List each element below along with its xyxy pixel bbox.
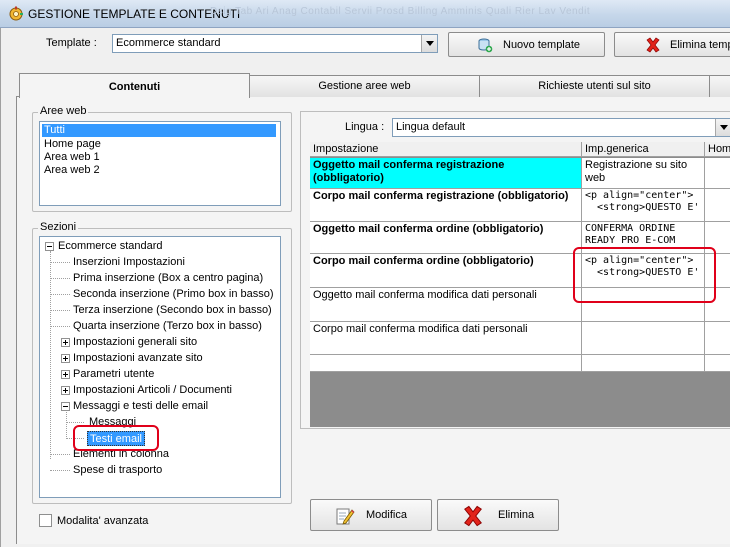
list-item[interactable]: Home page	[42, 138, 101, 151]
collapse-icon[interactable]	[61, 402, 70, 411]
setting-cell[interactable]: Corpo mail conferma registrazione (obbli…	[310, 189, 582, 222]
tree-root[interactable]: Ecommerce standard	[58, 239, 163, 254]
tree-connector	[50, 454, 70, 455]
value-cell[interactable]	[582, 322, 705, 355]
tab-richieste-utenti[interactable]: Richieste utenti sul sito	[479, 75, 710, 97]
modifica-button[interactable]: Modifica	[310, 499, 432, 531]
tree-connector	[50, 310, 70, 311]
expand-icon[interactable]	[61, 338, 70, 347]
advanced-mode-label: Modalita' avanzata	[57, 515, 149, 527]
value-cell[interactable]: Registrazione su sito web	[582, 158, 705, 189]
lingua-select[interactable]: Lingua default	[392, 118, 730, 137]
aree-web-list[interactable]: Tutti Home page Area web 1 Area web 2	[39, 121, 281, 206]
aree-web-title: Aree web	[38, 105, 89, 117]
tree-connector	[50, 262, 70, 263]
tree-item[interactable]: Spese di trasporto	[73, 463, 162, 478]
expand-icon[interactable]	[61, 386, 70, 395]
lingua-label: Lingua :	[345, 121, 385, 133]
delete-template-label: Elimina templ	[670, 38, 730, 51]
sezioni-tree[interactable]: Ecommerce standard Inserzioni Impostazio…	[39, 236, 281, 498]
template-select-value: Ecommerce standard	[116, 37, 221, 49]
tree-item[interactable]: Seconda inserzione (Primo box in basso)	[73, 287, 274, 302]
template-select[interactable]: Ecommerce standard	[112, 34, 438, 53]
column-header[interactable]: Impostazione	[310, 142, 582, 157]
tree-item[interactable]: Parametri utente	[73, 367, 154, 382]
advanced-mode-checkbox[interactable]	[39, 514, 52, 527]
setting-cell[interactable]: Corpo mail conferma modifica dati person…	[310, 322, 582, 355]
app-gear-icon	[9, 6, 23, 21]
column-header[interactable]: Imp.generica	[582, 142, 705, 157]
expand-icon[interactable]	[61, 370, 70, 379]
value-cell[interactable]: <p align="center"> <strong>QUESTO E'	[582, 189, 705, 222]
tree-item[interactable]: Messaggi e testi delle email	[73, 399, 208, 414]
new-template-label: Nuovo template	[503, 38, 581, 51]
modifica-label: Modifica	[366, 509, 407, 521]
collapse-icon[interactable]	[45, 242, 54, 251]
annotation-highlight	[573, 247, 716, 303]
list-item[interactable]: Tutti	[42, 124, 276, 137]
tab-gestione-aree-web[interactable]: Gestione aree web	[249, 75, 480, 97]
title-bar: GESTIONE TEMPLATE E CONTENUTI Dsig Tab A…	[0, 0, 730, 28]
table-row[interactable]: Corpo mail conferma registrazione (obbli…	[310, 189, 730, 222]
tree-connector	[50, 470, 70, 471]
expand-icon[interactable]	[61, 354, 70, 363]
value-cell[interactable]	[705, 355, 730, 372]
tree-connector	[50, 326, 70, 327]
tree-item[interactable]: Impostazioni generali sito	[73, 335, 197, 350]
chevron-down-icon[interactable]	[421, 35, 437, 52]
tab-more[interactable]	[709, 75, 730, 97]
lingua-select-value: Lingua default	[396, 121, 466, 133]
tree-connector	[50, 251, 51, 459]
tree-item[interactable]: Prima inserzione (Box a centro pagina)	[73, 271, 263, 286]
setting-cell[interactable]: Oggetto mail conferma modifica dati pers…	[310, 288, 582, 322]
delete-x-icon	[646, 37, 660, 53]
tree-item[interactable]: Impostazioni avanzate sito	[73, 351, 203, 366]
edit-pencil-icon	[336, 508, 355, 525]
tree-connector	[50, 294, 70, 295]
background-menu-ghost: Dsig Tab Ari Anag Contabil Servii Prosd …	[210, 6, 591, 17]
delete-x-icon	[464, 505, 482, 527]
tree-item[interactable]: Terza inserzione (Secondo box in basso)	[73, 303, 272, 318]
list-item[interactable]: Area web 1	[42, 151, 100, 164]
chevron-down-icon[interactable]	[715, 119, 730, 136]
delete-template-button[interactable]: Elimina templ	[614, 32, 730, 57]
value-cell[interactable]	[705, 158, 730, 189]
tree-connector	[66, 422, 84, 423]
value-cell[interactable]	[705, 322, 730, 355]
sezioni-title: Sezioni	[38, 221, 79, 233]
value-cell[interactable]	[705, 189, 730, 222]
annotation-highlight	[73, 425, 159, 451]
list-item[interactable]: Area web 2	[42, 164, 100, 177]
table-row[interactable]	[310, 355, 730, 372]
table-row[interactable]: Oggetto mail conferma registrazione (obb…	[310, 158, 730, 189]
tab-contenuti[interactable]: Contenuti	[19, 73, 250, 98]
setting-cell[interactable]	[310, 355, 582, 372]
elimina-button[interactable]: Elimina	[437, 499, 559, 531]
elimina-label: Elimina	[498, 509, 535, 521]
setting-cell[interactable]: Corpo mail conferma ordine (obbligatorio…	[310, 254, 582, 288]
setting-cell[interactable]: Oggetto mail conferma ordine (obbligator…	[310, 222, 582, 254]
value-cell[interactable]	[582, 355, 705, 372]
window-title: GESTIONE TEMPLATE E CONTENUTI	[28, 7, 241, 21]
database-add-icon	[478, 38, 493, 53]
tree-connector	[50, 278, 70, 279]
table-row[interactable]: Corpo mail conferma modifica dati person…	[310, 322, 730, 355]
new-template-button[interactable]: Nuovo template	[448, 32, 605, 57]
tree-connector	[66, 412, 67, 437]
tree-item[interactable]: Impostazioni Articoli / Documenti	[73, 383, 232, 398]
tree-item[interactable]: Inserzioni Impostazioni	[73, 255, 185, 270]
setting-cell[interactable]: Oggetto mail conferma registrazione (obb…	[310, 158, 582, 189]
template-label: Template :	[46, 37, 97, 49]
tree-item[interactable]: Quarta inserzione (Terzo box in basso)	[73, 319, 262, 334]
column-header[interactable]: Home	[705, 142, 730, 157]
